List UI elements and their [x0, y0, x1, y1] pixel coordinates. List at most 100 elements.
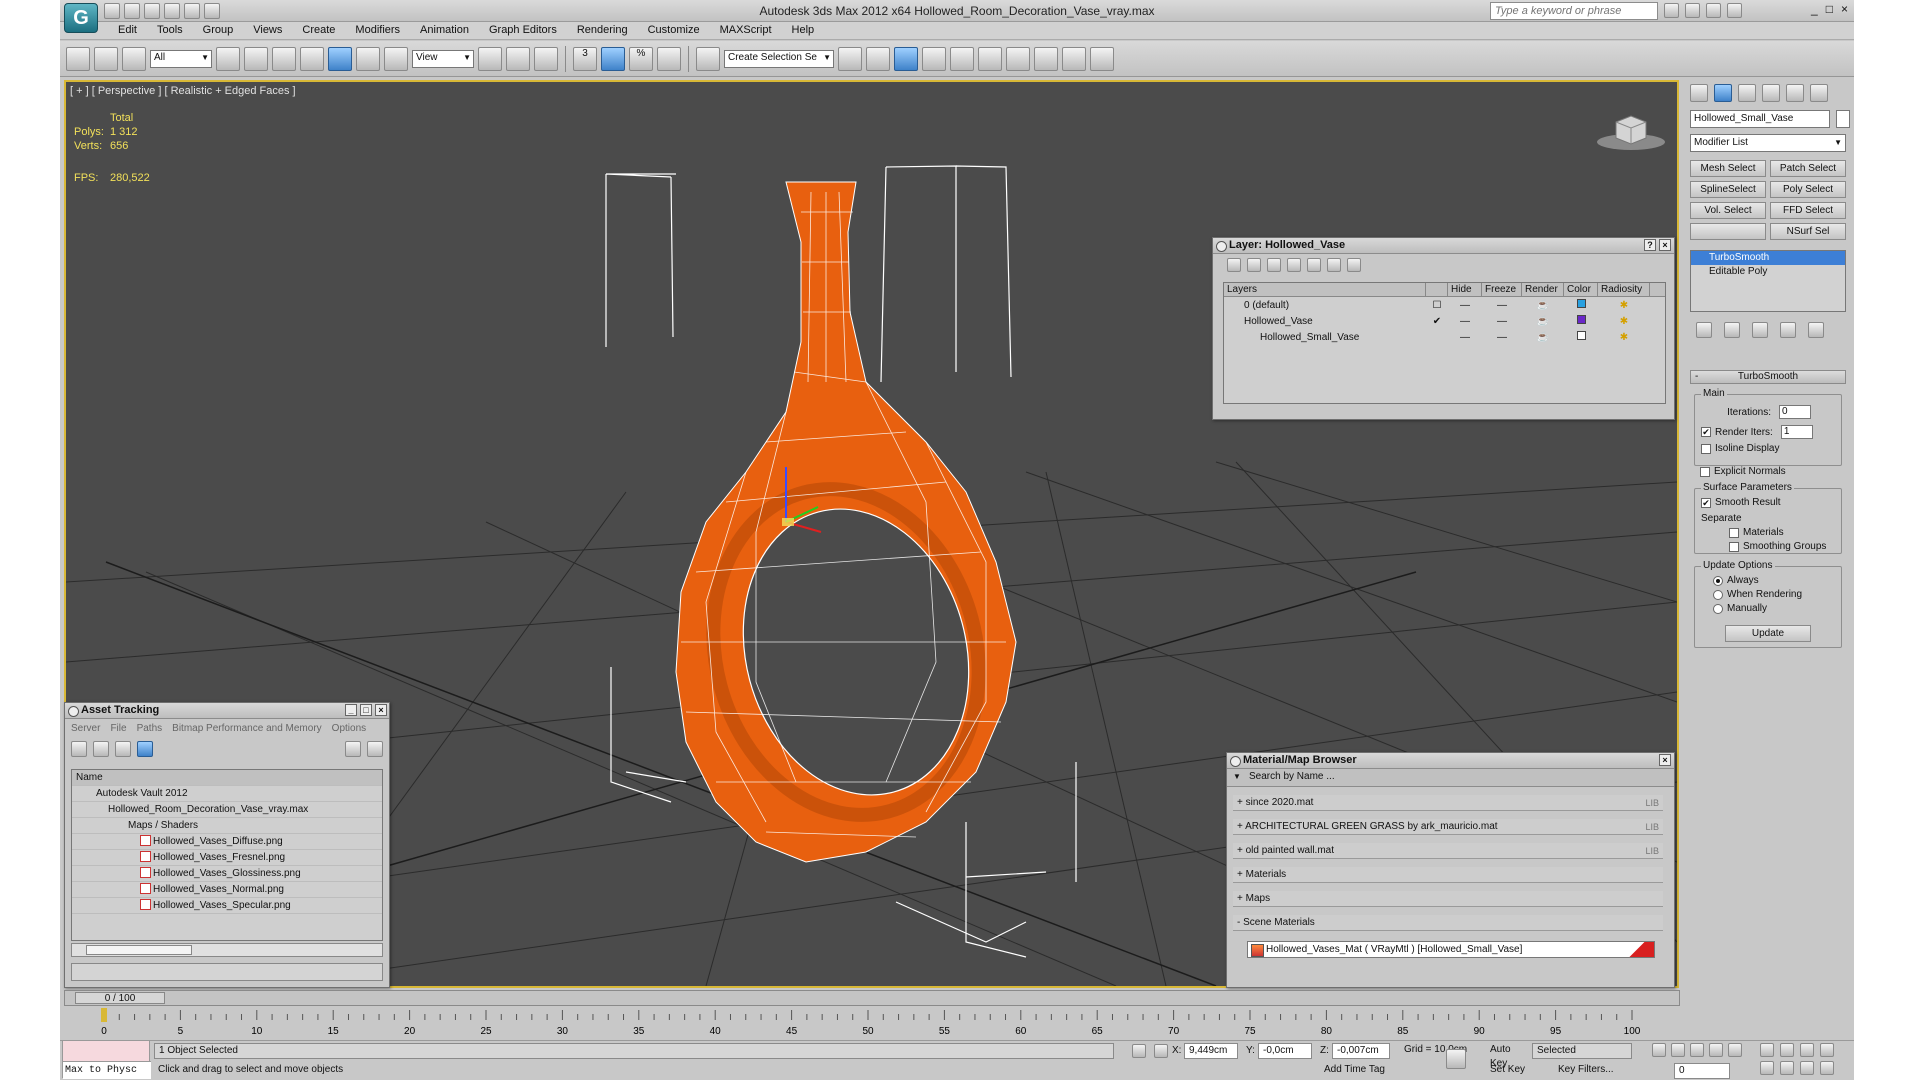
- asset-menu-paths[interactable]: Paths: [137, 723, 163, 734]
- graphite-ribbon-icon[interactable]: [922, 46, 946, 71]
- scene-material-item[interactable]: Hollowed_Vases_Mat ( VRayMtl ) [Hollowed…: [1247, 941, 1655, 958]
- spline-select-button[interactable]: SplineSelect: [1690, 181, 1766, 198]
- select-manipulate-icon[interactable]: [506, 46, 530, 71]
- stack-item-turbosmooth[interactable]: TurboSmooth: [1691, 251, 1845, 265]
- radiosity-icon[interactable]: ✱: [1598, 316, 1650, 327]
- track-bar[interactable]: 0 5 10 15 20 25 30 35 40 45 50 55 60 65 70 75 80 85 90 95 10…: [64, 1008, 1680, 1040]
- smoothing-groups-checkbox[interactable]: [1729, 541, 1739, 552]
- asset-column-name[interactable]: Name: [72, 770, 382, 786]
- freeze-toggle[interactable]: —: [1482, 300, 1522, 311]
- render-iters-checkbox[interactable]: ✔: [1701, 427, 1711, 437]
- minimize-button[interactable]: _: [1811, 2, 1818, 16]
- show-end-result-icon[interactable]: [1724, 322, 1740, 338]
- asset-menu-file[interactable]: File: [110, 723, 126, 734]
- time-slider-thumb[interactable]: 0 / 100: [75, 992, 165, 1004]
- vase-model[interactable]: [675, 181, 1017, 863]
- menu-create[interactable]: Create: [292, 22, 345, 39]
- asset-close-button[interactable]: ×: [375, 704, 387, 716]
- hide-toggle[interactable]: —: [1448, 316, 1482, 327]
- render-teapot-icon[interactable]: ☕: [1522, 332, 1564, 343]
- app-logo-button[interactable]: G: [64, 3, 98, 33]
- render-teapot-icon[interactable]: ☕: [1522, 300, 1564, 311]
- material-editor-icon[interactable]: [1006, 46, 1030, 71]
- poly-select-button[interactable]: Poly Select: [1770, 181, 1846, 198]
- select-move-icon[interactable]: [328, 46, 352, 71]
- current-layer-box[interactable]: ☐: [1426, 300, 1448, 311]
- play-icon[interactable]: [1690, 1043, 1704, 1057]
- thumbnail-view-icon[interactable]: [115, 741, 131, 757]
- unlink-icon[interactable]: [94, 46, 118, 71]
- modifier-list-dropdown[interactable]: Modifier List: [1690, 134, 1846, 152]
- display-tab-icon[interactable]: [1786, 84, 1804, 102]
- smooth-result-checkbox[interactable]: ✔: [1701, 497, 1711, 508]
- col-freeze[interactable]: Freeze: [1482, 283, 1522, 296]
- angle-snap-icon[interactable]: [601, 46, 625, 71]
- col-hide[interactable]: Hide: [1448, 283, 1482, 296]
- current-frame-marker[interactable]: [101, 1008, 107, 1022]
- select-scale-icon[interactable]: [384, 46, 408, 71]
- asset-menu-bitmap[interactable]: Bitmap Performance and Memory: [172, 723, 322, 734]
- delete-layer-icon[interactable]: [1247, 258, 1261, 272]
- material-group-row[interactable]: + ARCHITECTURAL GREEN GRASS by ark_mauri…: [1233, 819, 1663, 835]
- asset-row-scene-file[interactable]: Hollowed_Room_Decoration_Vase_vray.max: [72, 802, 382, 818]
- pin-stack-icon[interactable]: [1696, 322, 1712, 338]
- selected-set-dropdown[interactable]: Selected: [1532, 1043, 1632, 1059]
- star-icon[interactable]: [1706, 3, 1721, 18]
- align-icon[interactable]: [866, 46, 890, 71]
- ffd-select-button[interactable]: FFD Select: [1770, 202, 1846, 219]
- asset-row-file[interactable]: Hollowed_Vases_Diffuse.png: [72, 834, 382, 850]
- material-search-field[interactable]: Search by Name ...: [1227, 769, 1674, 787]
- col-render[interactable]: Render: [1522, 283, 1564, 296]
- materials-checkbox[interactable]: [1729, 527, 1739, 538]
- current-frame-field[interactable]: 0: [1674, 1063, 1730, 1079]
- time-slider[interactable]: 0 / 100: [64, 990, 1680, 1006]
- asset-row-file[interactable]: Hollowed_Vases_Normal.png: [72, 882, 382, 898]
- select-rotate-icon[interactable]: [356, 46, 380, 71]
- asset-maximize-button[interactable]: □: [360, 704, 372, 716]
- layer-help-button[interactable]: ?: [1644, 239, 1656, 251]
- hide-toggle[interactable]: —: [1448, 332, 1482, 343]
- layer-color-swatch[interactable]: [1564, 315, 1598, 327]
- motion-tab-icon[interactable]: [1762, 84, 1780, 102]
- menu-modifiers[interactable]: Modifiers: [345, 22, 410, 39]
- hide-all-layers-icon[interactable]: [1327, 258, 1341, 272]
- layer-row[interactable]: Hollowed_Small_Vase — — ☕ ✱: [1224, 329, 1665, 345]
- when-rendering-radio[interactable]: [1713, 589, 1723, 600]
- highlight-layer-icon[interactable]: [1307, 258, 1321, 272]
- lock-selection-icon[interactable]: [1132, 1044, 1146, 1058]
- mirror-icon[interactable]: [838, 46, 862, 71]
- layer-manager-icon[interactable]: [894, 46, 918, 71]
- maximize-viewport-icon[interactable]: [1820, 1061, 1834, 1075]
- material-group-row[interactable]: + old painted wall.mat LIB: [1233, 843, 1663, 859]
- turbosmooth-rollout-header[interactable]: TurboSmooth: [1690, 370, 1846, 384]
- make-unique-icon[interactable]: [1752, 322, 1768, 338]
- ref-coord-dropdown[interactable]: View: [412, 49, 474, 68]
- orbit-icon[interactable]: [1800, 1061, 1814, 1075]
- auto-key-button[interactable]: Auto Key: [1486, 1043, 1530, 1069]
- table-view-icon[interactable]: [137, 741, 153, 757]
- rendered-frame-icon[interactable]: [1062, 46, 1086, 71]
- isoline-checkbox[interactable]: [1701, 443, 1711, 454]
- asset-minimize-button[interactable]: _: [345, 704, 357, 716]
- window-crossing-icon[interactable]: [300, 46, 324, 71]
- selection-filter-dropdown[interactable]: All: [150, 49, 212, 68]
- configure-sets-icon[interactable]: [1808, 322, 1824, 338]
- col-radiosity[interactable]: Radiosity: [1598, 283, 1650, 296]
- layer-row[interactable]: 0 (default) ☐ — — ☕ ✱: [1224, 297, 1665, 313]
- nsurf-sel-button[interactable]: NSurf Sel: [1770, 223, 1846, 240]
- freeze-toggle[interactable]: —: [1482, 316, 1522, 327]
- explicit-normals-checkbox[interactable]: [1700, 466, 1710, 477]
- go-to-start-icon[interactable]: [1652, 1043, 1666, 1057]
- zoom-icon[interactable]: [1760, 1043, 1774, 1057]
- select-in-layer-icon[interactable]: [1287, 258, 1301, 272]
- material-group-row[interactable]: - Scene Materials: [1233, 915, 1663, 931]
- freeze-all-layers-icon[interactable]: [1347, 258, 1361, 272]
- menu-edit[interactable]: Edit: [108, 22, 147, 39]
- curve-editor-icon[interactable]: [950, 46, 974, 71]
- menu-views[interactable]: Views: [243, 22, 292, 39]
- asset-row-file[interactable]: Hollowed_Vases_Glossiness.png: [72, 866, 382, 882]
- menu-customize[interactable]: Customize: [638, 22, 710, 39]
- pan-icon[interactable]: [1780, 1061, 1794, 1075]
- zoom-extents-icon[interactable]: [1800, 1043, 1814, 1057]
- z-coordinate-field[interactable]: -0,007cm: [1332, 1043, 1390, 1059]
